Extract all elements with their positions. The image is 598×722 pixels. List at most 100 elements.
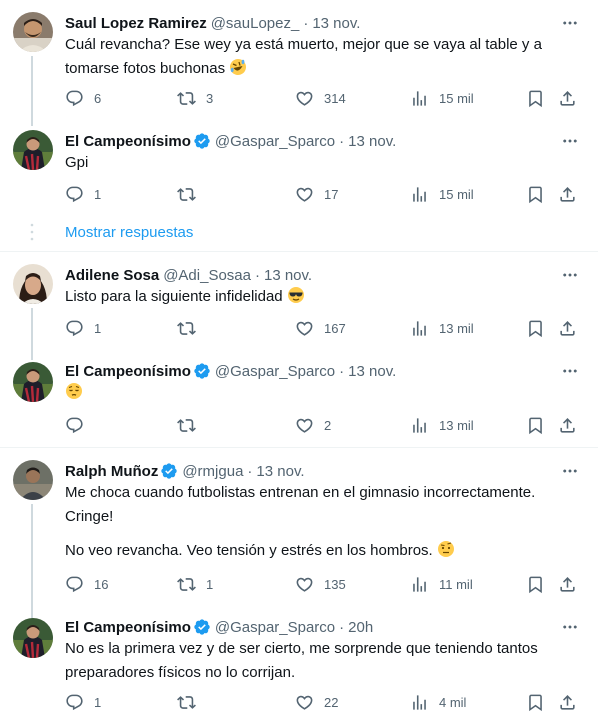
author-handle[interactable]: @Gaspar_Sparco (215, 133, 335, 150)
author-handle[interactable]: @rmjgua (182, 463, 243, 480)
like-icon (295, 319, 314, 338)
thread-line (31, 504, 33, 624)
retweet-button[interactable] (177, 184, 196, 204)
tweet-header: Ralph Muñoz @rmjgua · 13 nov. (65, 461, 558, 481)
share-button[interactable] (558, 415, 577, 435)
tweet-header: El Campeonísimo @Gaspar_Sparco · 13 nov. (65, 361, 558, 381)
more-options-icon[interactable] (560, 617, 580, 637)
tweet-text: Gpi (65, 154, 89, 171)
bookmark-button[interactable] (526, 415, 545, 435)
tweet[interactable]: El Campeonísimo @Gaspar_Sparco · 20h No … (0, 614, 598, 722)
author-handle[interactable]: @Gaspar_Sparco (215, 619, 335, 636)
author-handle[interactable]: @Gaspar_Sparco (215, 363, 335, 380)
author-name[interactable]: El Campeonísimo (65, 363, 191, 380)
like-count: 314 (324, 90, 346, 106)
retweet-button[interactable]: 3 (177, 88, 213, 108)
tweet-actions: 6 3 314 15 mil (65, 88, 585, 108)
more-options-icon[interactable] (560, 265, 580, 285)
show-replies-link[interactable]: Mostrar respuestas (65, 224, 193, 241)
avatar[interactable] (13, 264, 53, 304)
views-button[interactable]: 4 mil (410, 692, 466, 712)
tweet[interactable]: Adilene Sosa @Adi_Sosaa · 13 nov. Listo … (0, 252, 598, 360)
separator-dot: · (247, 462, 253, 480)
more-options-icon[interactable] (560, 13, 580, 33)
avatar[interactable] (13, 362, 53, 402)
timestamp[interactable]: 13 nov. (256, 463, 304, 480)
like-button[interactable]: 17 (295, 184, 338, 204)
views-count: 11 mil (439, 576, 473, 592)
share-button[interactable] (558, 184, 577, 204)
author-name[interactable]: Saul Lopez Ramirez (65, 15, 207, 32)
bookmark-button[interactable] (526, 574, 545, 594)
pensive-emoji (65, 382, 83, 400)
avatar[interactable] (13, 618, 53, 658)
retweet-button[interactable] (177, 318, 196, 338)
rolling-laughing-emoji (229, 58, 247, 76)
tweet[interactable]: El Campeonísimo @Gaspar_Sparco · 13 nov.… (0, 360, 598, 447)
bookmark-button[interactable] (526, 692, 545, 712)
like-button[interactable]: 2 (295, 415, 331, 435)
timestamp[interactable]: 20h (348, 619, 373, 636)
like-button[interactable]: 22 (295, 692, 338, 712)
views-button[interactable]: 13 mil (410, 415, 474, 435)
bookmark-button[interactable] (526, 184, 545, 204)
tweet[interactable]: Ralph Muñoz @rmjgua · 13 nov. Me choca c… (0, 448, 598, 624)
views-button[interactable]: 15 mil (410, 184, 474, 204)
reply-button[interactable]: 1 (65, 184, 101, 204)
like-icon (295, 693, 314, 712)
bookmark-icon (526, 575, 545, 594)
timestamp[interactable]: 13 nov. (348, 363, 396, 380)
like-count: 167 (324, 320, 346, 336)
share-button[interactable] (558, 318, 577, 338)
avatar[interactable] (13, 12, 53, 52)
verified-badge-icon (193, 362, 211, 380)
views-button[interactable]: 15 mil (410, 88, 474, 108)
retweet-button[interactable] (177, 415, 196, 435)
views-button[interactable]: 11 mil (410, 574, 473, 594)
like-icon (295, 89, 314, 108)
share-button[interactable] (558, 574, 577, 594)
separator-dot: · (303, 14, 309, 32)
views-button[interactable]: 13 mil (410, 318, 474, 338)
reply-button[interactable]: 16 (65, 574, 108, 594)
views-count: 15 mil (439, 186, 474, 202)
author-handle[interactable]: @sauLopez_ (211, 15, 300, 32)
views-count: 13 mil (439, 320, 474, 336)
like-button[interactable]: 314 (295, 88, 346, 108)
author-name[interactable]: Adilene Sosa (65, 267, 159, 284)
retweet-button[interactable] (177, 692, 196, 712)
avatar[interactable] (13, 130, 53, 170)
like-button[interactable]: 167 (295, 318, 346, 338)
reply-button[interactable]: 1 (65, 692, 101, 712)
avatar[interactable] (13, 460, 53, 500)
like-button[interactable]: 135 (295, 574, 346, 594)
retweet-count: 3 (206, 90, 214, 106)
reply-button[interactable]: 6 (65, 88, 101, 108)
bookmark-icon (526, 693, 545, 712)
reply-icon (65, 575, 84, 594)
author-handle[interactable]: @Adi_Sosaa (163, 267, 251, 284)
retweet-icon (177, 319, 196, 338)
bookmark-button[interactable] (526, 318, 545, 338)
bookmark-button[interactable] (526, 88, 545, 108)
more-options-icon[interactable] (560, 461, 580, 481)
timestamp[interactable]: 13 nov. (348, 133, 396, 150)
tweet[interactable]: Saul Lopez Ramirez @sauLopez_ · 13 nov. … (0, 0, 598, 126)
reply-button[interactable] (65, 415, 84, 435)
share-button[interactable] (558, 692, 577, 712)
timestamp[interactable]: 13 nov. (312, 15, 360, 32)
author-name[interactable]: Ralph Muñoz (65, 463, 158, 480)
more-options-icon[interactable] (560, 131, 580, 151)
thread-dots (30, 223, 34, 241)
more-options-icon[interactable] (560, 361, 580, 381)
tweet-text: Me choca cuando futbolistas entrenan en … (65, 484, 540, 525)
author-name[interactable]: El Campeonísimo (65, 619, 191, 636)
reply-button[interactable]: 1 (65, 318, 101, 338)
share-button[interactable] (558, 88, 577, 108)
author-name[interactable]: El Campeonísimo (65, 133, 191, 150)
reply-count: 16 (94, 576, 109, 592)
timestamp[interactable]: 13 nov. (264, 267, 312, 284)
verified-badge-icon (193, 618, 211, 636)
tweet[interactable]: El Campeonísimo @Gaspar_Sparco · 13 nov.… (0, 126, 598, 216)
retweet-button[interactable]: 1 (177, 574, 213, 594)
